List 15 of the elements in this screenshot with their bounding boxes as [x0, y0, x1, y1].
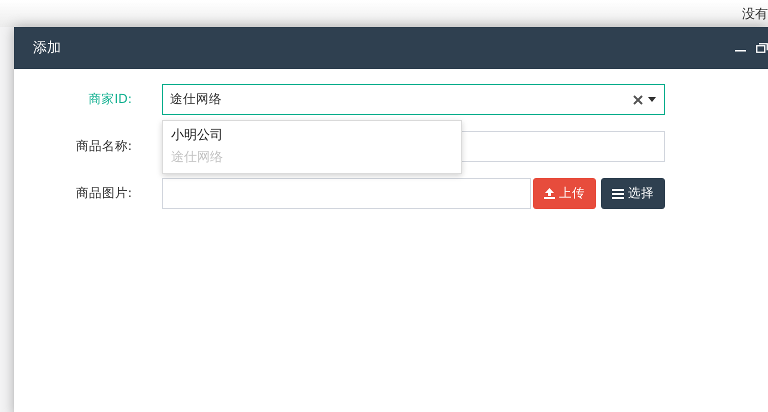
dropdown-option[interactable]: 小明公司	[163, 125, 461, 147]
field-label: 商品图片:	[74, 185, 132, 202]
upload-button[interactable]: 上传	[533, 178, 596, 209]
clear-icon[interactable]	[633, 94, 643, 104]
choose-button[interactable]: 选择	[601, 178, 665, 209]
maximize-icon[interactable]	[756, 43, 768, 53]
field-label: 商家ID:	[87, 91, 132, 108]
merchant-select[interactable]: 途仕网络	[162, 84, 665, 115]
caret-icon	[648, 97, 656, 102]
dialog-title: 添加	[33, 39, 62, 57]
field-label: 商品名称:	[74, 138, 132, 155]
list-icon	[612, 188, 624, 198]
input-field[interactable]	[162, 178, 531, 209]
header-text: 没有	[742, 6, 768, 22]
upload-icon	[544, 188, 555, 199]
